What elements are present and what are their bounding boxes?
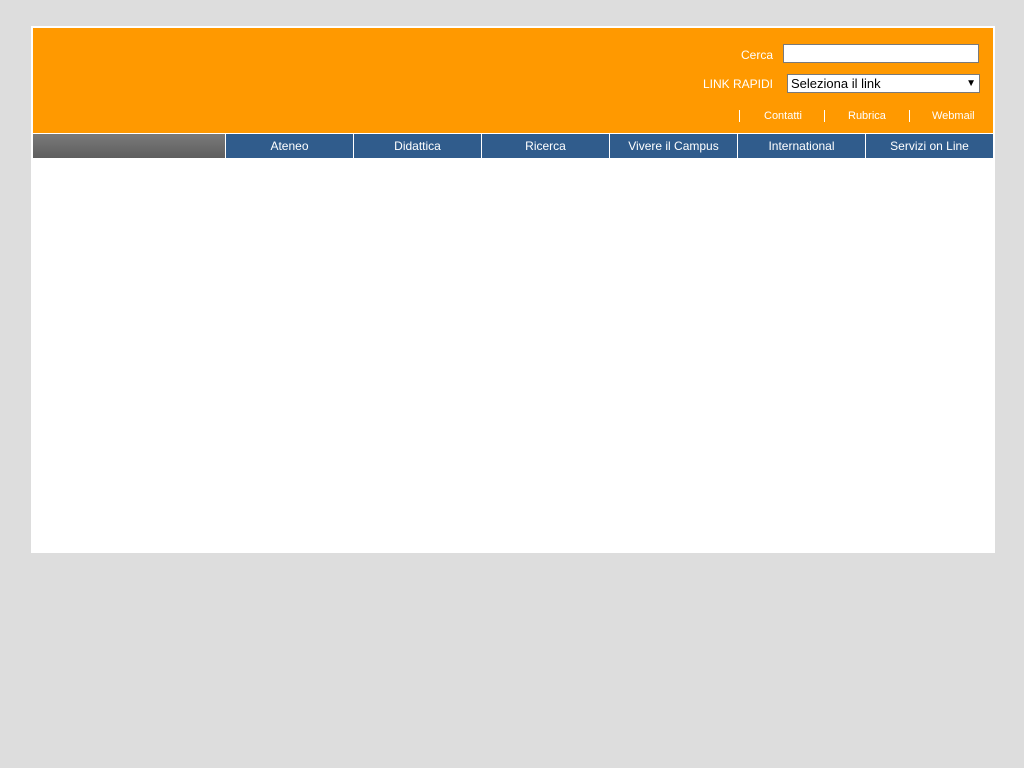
utility-separator (739, 110, 740, 122)
chevron-down-icon: ▼ (966, 77, 976, 89)
nav-item-international[interactable]: International (738, 134, 865, 158)
search-input[interactable] (783, 44, 979, 63)
nav-spacer (33, 134, 225, 158)
search-label: Cerca (740, 48, 773, 62)
utility-link-contatti[interactable]: Contatti (764, 110, 802, 122)
quick-links-select[interactable]: Seleziona il link ▼ (787, 74, 980, 93)
nav-item-vivere-il-campus[interactable]: Vivere il Campus (610, 134, 737, 158)
quick-links-label: LINK RAPIDI (702, 77, 773, 91)
utility-separator (909, 110, 910, 122)
page-container: Cerca LINK RAPIDI Seleziona il link ▼ Co… (31, 26, 995, 553)
main-navigation: Ateneo Didattica Ricerca Vivere il Campu… (33, 133, 993, 159)
main-content (33, 159, 993, 551)
utility-separator (824, 110, 825, 122)
quick-links-selected: Seleziona il link (791, 76, 881, 91)
nav-item-ricerca[interactable]: Ricerca (482, 134, 609, 158)
nav-item-ateneo[interactable]: Ateneo (226, 134, 353, 158)
header-bar: Cerca LINK RAPIDI Seleziona il link ▼ Co… (33, 28, 993, 133)
utility-link-rubrica[interactable]: Rubrica (848, 110, 886, 122)
nav-item-didattica[interactable]: Didattica (354, 134, 481, 158)
nav-item-servizi-on-line[interactable]: Servizi on Line (866, 134, 993, 158)
utility-link-webmail[interactable]: Webmail (932, 110, 975, 122)
